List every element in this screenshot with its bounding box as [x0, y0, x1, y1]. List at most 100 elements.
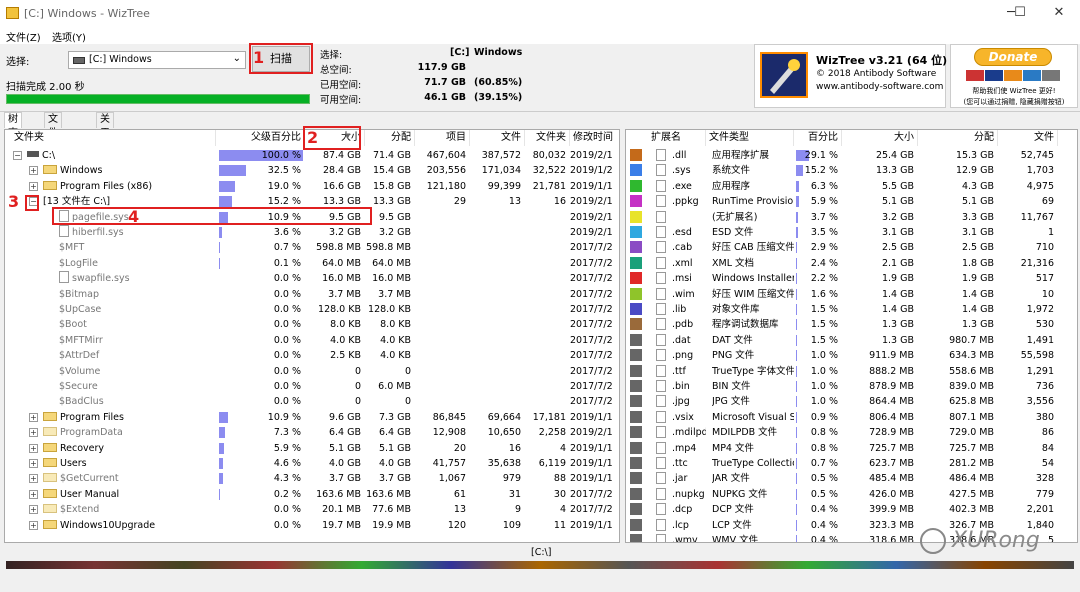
extension-row[interactable]: .cab 好压 CAB 压缩文件 2.9 % 2.5 GB 2.5 GB 710 — [626, 240, 1077, 255]
ext-cell-pct: 1.6 % — [810, 288, 838, 300]
color-swatch — [630, 487, 642, 500]
extension-row[interactable]: .ttc TrueType Collectio 0.7 % 623.7 MB 281.2… — [626, 456, 1077, 471]
extension-row[interactable]: .nupkg NUPKG 文件 0.5 % 426.0 MB 427.5 MB 779 — [626, 487, 1077, 502]
tab-tree-view[interactable]: 树查看 — [4, 112, 22, 153]
tab-about[interactable]: 关于 — [96, 112, 114, 139]
tree-row[interactable]: $Secure 0.0 % 0 6.0 MB 2017/7/2 — [5, 379, 619, 394]
close-button[interactable]: ✕ — [1036, 0, 1080, 28]
tree-row[interactable]: $AttrDef 0.0 % 2.5 KB 4.0 KB 2017/7/2 — [5, 348, 619, 363]
ext-type: XML 文档 — [712, 257, 755, 269]
tree-row[interactable]: + User Manual 0.2 % 163.6 MB 163.6 MB 61 31 30 2… — [5, 487, 619, 502]
tree-expander-icon[interactable]: + — [29, 412, 38, 422]
tree-row[interactable]: + Windows 32.5 % 28.4 GB 15.4 GB 203,556 171,0… — [5, 163, 619, 178]
ext-col-header[interactable]: 大小 — [842, 130, 918, 146]
extension-row[interactable]: .ppkg RunTime Provisioni 5.9 % 5.1 GB 5.1 GB… — [626, 194, 1077, 209]
menu-file[interactable]: 文件(Z) — [6, 29, 41, 44]
extension-row[interactable]: .dll 应用程序扩展 29.1 % 25.4 GB 15.3 GB 52,745 — [626, 148, 1077, 163]
tree-row[interactable]: + ProgramData 7.3 % 6.4 GB 6.4 GB 12,908 10,65… — [5, 425, 619, 440]
tree-col-header[interactable]: 文件夹 — [525, 130, 570, 146]
ext-col-header[interactable]: 分配 — [918, 130, 998, 146]
tree-expander-icon[interactable]: + — [29, 181, 38, 191]
color-swatch — [630, 395, 642, 408]
tree-cell-folders: 88 — [553, 473, 566, 485]
extension-row[interactable]: .sys 系统文件 15.2 % 13.3 GB 12.9 GB 1,703 — [626, 163, 1077, 178]
tree-row-label: $Boot — [59, 319, 87, 331]
tree-expander-icon[interactable]: + — [29, 428, 38, 438]
extension-row[interactable]: .pdb 程序调试数据库 1.5 % 1.3 GB 1.3 GB 530 — [626, 317, 1077, 332]
tree-expander-icon[interactable]: + — [29, 443, 38, 453]
tree-col-header[interactable]: 文件 — [470, 130, 525, 146]
tree-row[interactable]: $BadClus 0.0 % 0 0 2017/7/2 — [5, 394, 619, 409]
brand-url[interactable]: www.antibody-software.com — [816, 82, 943, 92]
tree-expander-icon[interactable]: + — [29, 505, 38, 515]
tree-row[interactable]: hiberfil.sys 3.6 % 3.2 GB 3.2 GB 2019/2/1 — [5, 225, 619, 240]
extension-row[interactable]: (无扩展名) 3.7 % 3.2 GB 3.3 GB 11,767 — [626, 210, 1077, 225]
tree-row[interactable]: + Program Files (x86) 19.0 % 16.6 GB 15.8 GB… — [5, 179, 619, 194]
tree-expander-icon[interactable]: + — [29, 489, 38, 499]
extension-row[interactable]: .mdilpdb MDILPDB 文件 0.8 % 728.9 MB 729.0 MB 8… — [626, 425, 1077, 440]
ext-col-header[interactable]: 百分比 — [794, 130, 842, 146]
extension-row[interactable]: .png PNG 文件 1.0 % 911.9 MB 634.3 MB 55,598 — [626, 348, 1077, 363]
donate-button[interactable]: Donate — [974, 48, 1052, 66]
tree-row[interactable]: + Recovery 5.9 % 5.1 GB 5.1 GB 20 16 4 2019/1/1 — [5, 441, 619, 456]
menu-options[interactable]: 选项(Y) — [52, 29, 86, 44]
tree-row[interactable]: + Windows10Upgrade 0.0 % 19.7 MB 19.9 MB 120 1… — [5, 518, 619, 533]
tree-col-header[interactable]: 修改时间 — [570, 130, 619, 146]
extension-row[interactable]: .jpg JPG 文件 1.0 % 864.4 MB 625.8 MB 3,556 — [626, 394, 1077, 409]
extension-row[interactable]: .vsix Microsoft Visual St 0.9 % 806.4 MB 807… — [626, 410, 1077, 425]
extension-row[interactable]: .esd ESD 文件 3.5 % 3.1 GB 3.1 GB 1 — [626, 225, 1077, 240]
tree-row[interactable]: + $GetCurrent 4.3 % 3.7 GB 3.7 GB 1,067 979 88 2… — [5, 471, 619, 486]
tab-file-view[interactable]: 文件查看 — [44, 112, 62, 167]
ext-cell-alloc: 725.7 MB — [949, 442, 994, 454]
tree-row[interactable]: + Program Files 10.9 % 9.6 GB 7.3 GB 86,845 69… — [5, 410, 619, 425]
folder-icon — [43, 442, 57, 452]
extension-row[interactable]: .bin BIN 文件 1.0 % 878.9 MB 839.0 MB 736 — [626, 379, 1077, 394]
tree-row[interactable]: − C:\ 100.0 % 87.4 GB 71.4 GB 467,604 387,572 8… — [5, 148, 619, 163]
drive-select[interactable]: [C:] Windows ⌄ — [68, 51, 246, 69]
ext-cell-pct: 2.2 % — [810, 273, 838, 285]
tree-row[interactable]: + $Extend 0.0 % 20.1 MB 77.6 MB 13 9 4 2017/7/2 — [5, 502, 619, 517]
tree-expander-icon[interactable]: + — [29, 520, 38, 530]
tree-col-header[interactable]: 父级百分比 — [216, 130, 305, 146]
ext-col-header[interactable]: 扩展名 — [648, 130, 706, 146]
ext-col-header[interactable]: 文件类型 — [706, 130, 794, 146]
tree-row[interactable]: $Volume 0.0 % 0 0 2017/7/2 — [5, 364, 619, 379]
tree-expander-icon[interactable]: − — [13, 151, 22, 160]
tree-expander-icon[interactable]: + — [29, 166, 38, 176]
tree-row[interactable]: swapfile.sys 0.0 % 16.0 MB 16.0 MB 2017/7/2 — [5, 271, 619, 286]
ext-cell-size: 728.9 MB — [869, 427, 914, 439]
tree-cell-size: 0 — [354, 365, 361, 377]
tree-row[interactable]: $LogFile 0.1 % 64.0 MB 64.0 MB 2017/7/2 — [5, 256, 619, 271]
tree-col-header[interactable]: 分配 — [365, 130, 415, 146]
file-type-icon — [656, 179, 666, 192]
extension-row[interactable]: .ttf TrueType 字体文件 1.0 % 888.2 MB 558.6 MB 1,… — [626, 364, 1077, 379]
extension-row[interactable]: .msi Windows Installer 2.2 % 1.9 GB 1.9 GB 51… — [626, 271, 1077, 286]
extension-row[interactable]: .jar JAR 文件 0.5 % 485.4 MB 486.4 MB 328 — [626, 471, 1077, 486]
ext-cell-files: 86 — [1041, 427, 1054, 439]
ext-col-header[interactable]: 文件 — [998, 130, 1058, 146]
tree-row-label: Windows10Upgrade — [60, 519, 156, 531]
tree-row[interactable]: $MFTMirr 0.0 % 4.0 KB 4.0 KB 2017/7/2 — [5, 333, 619, 348]
tree-expander-icon[interactable]: + — [29, 459, 38, 468]
extension-row[interactable]: .xml XML 文档 2.4 % 2.1 GB 1.8 GB 21,316 — [626, 256, 1077, 271]
tree-row[interactable]: $Boot 0.0 % 8.0 KB 8.0 KB 2017/7/2 — [5, 317, 619, 332]
ext-name: .png — [672, 350, 694, 362]
select-label: 选择: — [6, 57, 30, 68]
ext-cell-alloc: 980.7 MB — [949, 334, 994, 346]
extension-row[interactable]: .dat DAT 文件 1.5 % 1.3 GB 980.7 MB 1,491 — [626, 333, 1077, 348]
extension-row[interactable]: .mp4 MP4 文件 0.8 % 725.7 MB 725.7 MB 84 — [626, 441, 1077, 456]
tree-col-header[interactable]: 文件夹 — [11, 130, 216, 146]
extension-row[interactable]: .exe 应用程序 6.3 % 5.5 GB 4.3 GB 4,975 — [626, 179, 1077, 194]
tree-col-header[interactable]: 项目 — [415, 130, 470, 146]
ext-type: LCP 文件 — [712, 519, 752, 531]
tree-row[interactable]: + Users 4.6 % 4.0 GB 4.0 GB 41,757 35,638 6,119… — [5, 456, 619, 471]
extension-row[interactable]: .lib 对象文件库 1.5 % 1.4 GB 1.4 GB 1,972 — [626, 302, 1077, 317]
tree-cell-mod: 2017/7/2 — [570, 319, 613, 331]
tree-expander-icon[interactable]: + — [29, 474, 38, 484]
tree-row[interactable]: $UpCase 0.0 % 128.0 KB 128.0 KB 2017/7/2 — [5, 302, 619, 317]
treemap-strip[interactable] — [6, 561, 1074, 569]
tree-row[interactable]: $MFT 0.7 % 598.8 MB 598.8 MB 2017/7/2 — [5, 240, 619, 255]
tree-row[interactable]: $Bitmap 0.0 % 3.7 MB 3.7 MB 2017/7/2 — [5, 287, 619, 302]
extension-row[interactable]: .dcp DCP 文件 0.4 % 399.9 MB 402.3 MB 2,201 — [626, 502, 1077, 517]
extension-row[interactable]: .wim 好压 WIM 压缩文件 1.6 % 1.4 GB 1.4 GB 10 — [626, 287, 1077, 302]
